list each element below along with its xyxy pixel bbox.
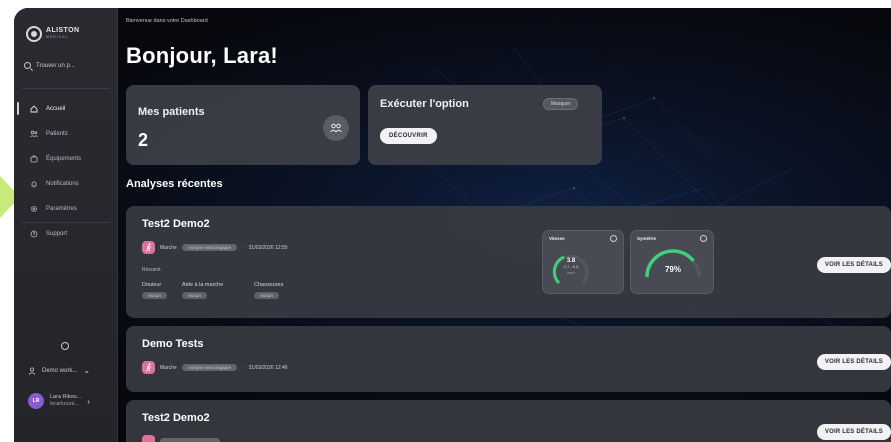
sidebar-item-parametres[interactable]: Paramètres bbox=[14, 196, 118, 221]
analysis-type: Marche bbox=[160, 364, 177, 371]
analysis-meta bbox=[142, 435, 220, 442]
analysis-card: Demo Tests Marche Analyse neurologique ·… bbox=[126, 326, 891, 392]
info-icon[interactable] bbox=[700, 235, 707, 242]
symmetry-metric: Symétrie 79% bbox=[630, 230, 714, 294]
user-email: lerarkouni... bbox=[50, 401, 79, 407]
brand-logo[interactable]: ALISTON MEDICAL bbox=[26, 26, 79, 42]
logo-mark-icon bbox=[26, 26, 42, 42]
workspace-name: Demo work... bbox=[42, 367, 78, 374]
option-card-title: Exécuter l'option bbox=[380, 98, 469, 110]
recent-analyses-title: Analyses récentes bbox=[126, 178, 223, 190]
resume-col-label: Aide à la marche bbox=[182, 282, 224, 288]
speed-unit: km/h bbox=[567, 271, 575, 275]
sidebar-item-label: Équipements bbox=[46, 155, 82, 162]
analysis-meta: Marche Analyse neurologique · 31/03/2026… bbox=[142, 241, 288, 254]
chevron-down-icon: ⌄ bbox=[83, 366, 91, 375]
resume-chip: Aucun bbox=[182, 292, 207, 299]
app-window: ALISTON MEDICAL Trouver un p... Accueil … bbox=[14, 8, 891, 442]
hide-button[interactable]: Masquer bbox=[543, 98, 579, 110]
analysis-tag: Analyse neurologique bbox=[181, 244, 237, 251]
patients-card-title: Mes patients bbox=[138, 106, 205, 118]
sidebar-item-support[interactable]: Support bbox=[14, 221, 118, 246]
chevron-right-icon: › bbox=[87, 396, 90, 406]
resume-col-label: Chaussures bbox=[254, 282, 284, 288]
sidebar-item-patients[interactable]: Patients bbox=[14, 121, 118, 146]
symmetry-label: Symétrie bbox=[637, 236, 657, 241]
analysis-tag: Analyse neurologique bbox=[181, 364, 237, 371]
view-details-button[interactable]: VOIR LES DÉTAILS bbox=[816, 424, 891, 440]
meta-separator: · bbox=[241, 244, 244, 251]
view-details-button[interactable]: VOIR LES DÉTAILS bbox=[816, 354, 891, 370]
history-icon[interactable] bbox=[61, 342, 69, 350]
resume-col-label: Douleur bbox=[142, 282, 162, 288]
sidebar-nav: Accueil Patients Équipements Notificatio… bbox=[14, 96, 118, 246]
analysis-title: Test2 Demo2 bbox=[142, 412, 210, 424]
analysis-meta: Marche Analyse neurologique · 31/03/2026… bbox=[142, 361, 288, 374]
search-icon bbox=[24, 62, 31, 69]
patients-card[interactable]: Mes patients 2 bbox=[126, 85, 360, 165]
speed-metric: Vitesse 3.8 2.7 - 6.6 km/h bbox=[542, 230, 624, 294]
sidebar-item-accueil[interactable]: Accueil bbox=[14, 96, 118, 121]
resume-chip: Aucun bbox=[142, 292, 167, 299]
speed-label: Vitesse bbox=[549, 236, 565, 241]
avatar: LR bbox=[28, 393, 44, 409]
home-icon bbox=[30, 104, 38, 112]
analysis-type: Marche bbox=[160, 244, 177, 251]
workspace-selector[interactable]: Demo work... ⌄ bbox=[28, 366, 90, 375]
info-icon[interactable] bbox=[610, 235, 617, 242]
sidebar: ALISTON MEDICAL Trouver un p... Accueil … bbox=[14, 8, 118, 442]
discover-button[interactable]: DÉCOUVRIR bbox=[380, 128, 437, 144]
logo-text: ALISTON MEDICAL bbox=[46, 27, 80, 39]
resume-chip: Aucun bbox=[254, 292, 279, 299]
sidebar-item-label: Patients bbox=[46, 130, 68, 137]
patients-icon bbox=[323, 115, 349, 141]
sidebar-item-label: Accueil bbox=[46, 105, 66, 112]
analysis-title: Test2 Demo2 bbox=[142, 218, 210, 230]
patients-count: 2 bbox=[138, 130, 149, 150]
search-placeholder: Trouver un p... bbox=[36, 62, 75, 69]
user-icon bbox=[28, 366, 36, 375]
welcome-text: Bienvenue dans votre Dashboard bbox=[126, 18, 208, 24]
analysis-date: 31/03/2026 12:46 bbox=[248, 364, 288, 371]
walking-icon bbox=[142, 241, 155, 254]
page-title: Bonjour, Lara! bbox=[126, 43, 278, 68]
walking-icon bbox=[142, 435, 155, 442]
resume-label: Résumé bbox=[142, 267, 161, 273]
option-card: Exécuter l'option Masquer DÉCOUVRIR bbox=[368, 85, 602, 165]
sidebar-divider bbox=[22, 222, 110, 223]
sidebar-divider bbox=[22, 88, 110, 89]
sidebar-item-label: Paramètres bbox=[46, 205, 78, 212]
symmetry-value: 79% bbox=[664, 265, 681, 274]
sidebar-item-equipements[interactable]: Équipements bbox=[14, 146, 118, 171]
bell-icon bbox=[31, 180, 37, 187]
patients-icon bbox=[30, 130, 38, 137]
equipment-icon bbox=[30, 155, 38, 162]
sidebar-item-label: Notifications bbox=[46, 180, 79, 187]
user-profile[interactable]: LR Lara Rikou... lerarkouni... › bbox=[28, 393, 90, 409]
view-details-button[interactable]: VOIR LES DÉTAILS bbox=[816, 257, 891, 273]
meta-separator: · bbox=[241, 364, 244, 371]
analysis-tag bbox=[160, 438, 220, 442]
symmetry-gauge bbox=[645, 249, 701, 278]
analysis-card: Test2 Demo2 Marche Analyse neurologique … bbox=[126, 206, 891, 318]
sidebar-item-label: Support bbox=[46, 230, 68, 237]
speed-readout: 3.8 2.7 - 6.6 km/h bbox=[551, 258, 591, 276]
analysis-card: Test2 Demo2 VOIR LES DÉTAILS bbox=[126, 400, 891, 442]
user-name: Lara Rikou... bbox=[50, 394, 82, 400]
help-icon bbox=[30, 230, 38, 237]
walking-icon bbox=[142, 361, 155, 374]
user-info: Lara Rikou... lerarkouni... bbox=[50, 394, 81, 408]
sidebar-item-notifications[interactable]: Notifications bbox=[14, 171, 118, 196]
analysis-date: 31/03/2026 12:55 bbox=[248, 244, 288, 251]
analysis-title: Demo Tests bbox=[142, 338, 204, 350]
patient-search[interactable]: Trouver un p... bbox=[24, 62, 75, 69]
gear-icon bbox=[30, 205, 38, 212]
